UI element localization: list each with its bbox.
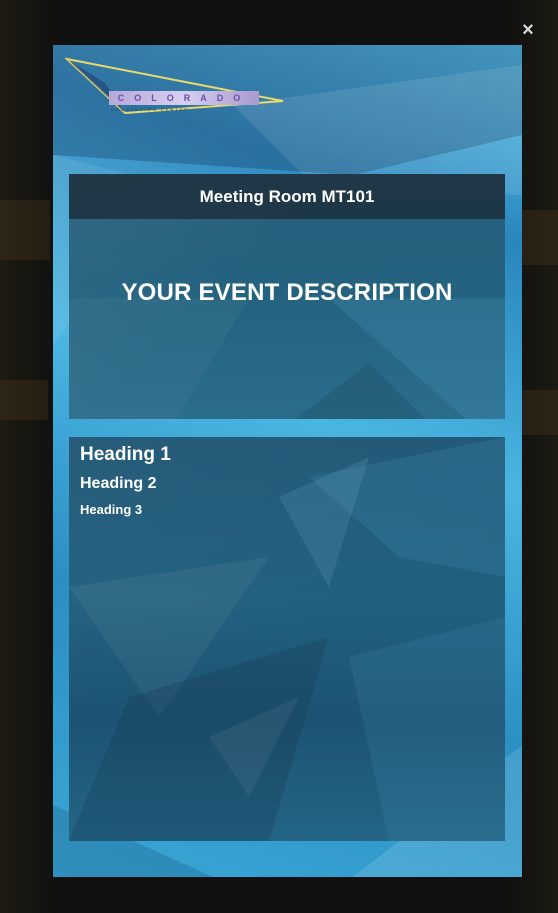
background-page-fragment (522, 390, 558, 435)
heading-2: Heading 2 (80, 475, 157, 492)
event-description: YOUR EVENT DESCRIPTION (121, 279, 453, 306)
heading-1: Heading 1 (80, 444, 171, 465)
room-name: Meeting Room MT101 (69, 174, 505, 219)
logo-wordmark: COLORADO (109, 91, 259, 105)
room-info-panel: Meeting Room MT101 YOUR EVENT DESCRIPTIO… (69, 174, 505, 419)
logo-subtitle: CONVENTION CENTER (111, 107, 190, 112)
colorado-convention-center-logo: COLORADO CONVENTION CENTER (63, 53, 285, 133)
close-button[interactable]: × (518, 20, 538, 40)
background-page-fragment (0, 380, 48, 420)
heading-3: Heading 3 (80, 502, 143, 517)
digital-sign-preview: COLORADO CONVENTION CENTER Meeting Room … (53, 45, 522, 877)
background-page-fragment (520, 210, 558, 265)
panel-background-facets (69, 437, 505, 841)
schedule-panel: Heading 1 Heading 2 Heading 3 (69, 437, 505, 841)
background-page-fragment (0, 200, 50, 260)
close-icon: × (522, 19, 534, 41)
